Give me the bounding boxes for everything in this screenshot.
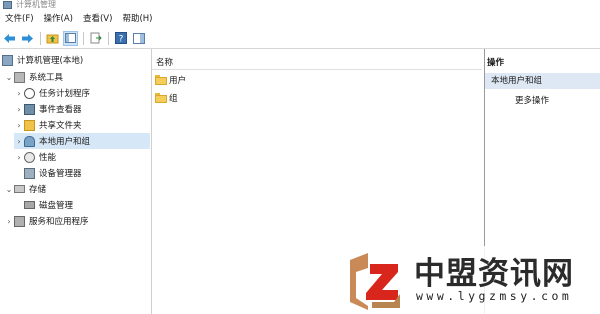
chevron-right-icon[interactable]: › [14,121,24,130]
tree-item-label: 本地用户和组 [39,137,91,147]
tree-item-label: 设备管理器 [39,169,82,179]
export-list-button[interactable] [88,31,103,46]
toolbar-separator [83,31,84,45]
storage-icon [14,185,25,193]
watermark-url-text: www.lygzmsy.com [416,289,573,303]
svg-text:?: ? [118,35,123,45]
actions-header: 操作 [487,58,505,68]
watermark: 中盟资讯网 www.lygzmsy.com [336,246,600,314]
chevron-down-icon[interactable]: ⌄ [4,73,14,82]
help-button[interactable]: ? [113,31,128,46]
title-bar: 计算机管理 [0,0,600,11]
tree-item-services-applications[interactable]: › 服务和应用程序 [4,213,89,229]
chevron-right-icon[interactable]: › [14,153,24,162]
forward-arrow-icon [22,33,33,43]
tree-item-shared-folders[interactable]: › 共享文件夹 [14,117,82,133]
clock-icon [24,87,35,99]
tree-item-label: 系统工具 [29,73,64,83]
toolbar: ? [0,28,600,49]
tree-item-label: 服务和应用程序 [29,217,89,227]
tree-item-disk-management[interactable]: 磁盘管理 [24,197,73,213]
actions-section-local-users-groups[interactable]: 本地用户和组 [485,73,600,89]
export-list-icon [90,32,102,44]
tree-item-label: 存储 [29,185,47,195]
tree-item-label: 共享文件夹 [39,121,82,131]
show-hide-action-pane-button[interactable] [131,31,146,46]
toolbar-separator [108,31,109,45]
tree-item-task-scheduler[interactable]: › 任务计划程序 [14,85,90,101]
list-item-users[interactable]: 用户 [155,72,186,88]
tree-item-event-viewer[interactable]: › 事件查看器 [14,101,82,117]
menu-view[interactable]: 查看(V) [78,11,117,27]
tree-item-label: 计算机管理(本地) [17,56,84,66]
event-viewer-icon [24,103,35,115]
list-item-label: 用户 [169,76,187,86]
chevron-down-icon[interactable]: ⌄ [4,185,14,194]
chevron-right-icon[interactable]: › [14,137,24,146]
users-icon [24,135,35,147]
computer-management-icon [3,1,12,9]
performance-icon [24,151,35,163]
menu-help[interactable]: 帮助(H) [117,11,157,27]
tree-item-label: 任务计划程序 [39,89,91,99]
watermark-chinese-text: 中盟资讯网 [414,256,574,292]
menu-bar: 文件(F) 操作(A) 查看(V) 帮助(H) [0,11,600,27]
tree-item-label: 性能 [39,153,57,163]
back-button[interactable] [2,31,17,46]
forward-button[interactable] [20,31,35,46]
tree-item-local-users-groups[interactable]: › 本地用户和组 [14,133,150,149]
disk-management-icon [24,201,35,209]
chevron-right-icon[interactable]: › [14,105,24,114]
chevron-right-icon[interactable]: › [4,217,14,226]
watermark-logo-icon [350,253,400,310]
menu-action[interactable]: 操作(A) [39,11,78,27]
tree-item-device-manager[interactable]: 设备管理器 [24,165,82,181]
back-arrow-icon [4,33,15,43]
chevron-right-icon[interactable]: › [14,89,24,98]
tree-item-computer-management-local[interactable]: 计算机管理(本地) [2,52,83,68]
tree-item-performance[interactable]: › 性能 [14,149,56,165]
more-actions-link[interactable]: 更多操作 [515,94,549,108]
list-item-label: 组 [169,94,178,104]
show-hide-console-tree-button[interactable] [63,30,78,46]
up-folder-icon [46,34,59,44]
column-header-name[interactable]: 名称 [152,56,482,70]
action-pane-icon [132,32,145,44]
computer-management-icon [2,54,13,66]
services-icon [14,215,25,227]
menu-file[interactable]: 文件(F) [0,11,39,27]
shared-folder-icon [24,119,35,131]
tree-item-system-tools[interactable]: ⌄ 系统工具 [4,69,63,85]
window-title: 计算机管理 [16,0,56,9]
console-tree-icon [65,33,76,43]
toolbar-separator [40,31,41,45]
up-level-button[interactable] [45,31,60,46]
help-icon: ? [114,32,127,45]
folder-icon [155,93,167,103]
device-manager-icon [24,167,35,179]
list-item-groups[interactable]: 组 [155,90,178,106]
tree-item-storage[interactable]: ⌄ 存储 [4,181,46,197]
console-tree-pane: 计算机管理(本地) ⌄ 系统工具 › 任务计划程序 › 事件查看器 › 共享文件… [0,49,152,314]
system-tools-icon [14,71,25,83]
tree-item-label: 磁盘管理 [39,201,74,211]
tree-item-label: 事件查看器 [39,105,82,115]
folder-icon [155,75,167,85]
